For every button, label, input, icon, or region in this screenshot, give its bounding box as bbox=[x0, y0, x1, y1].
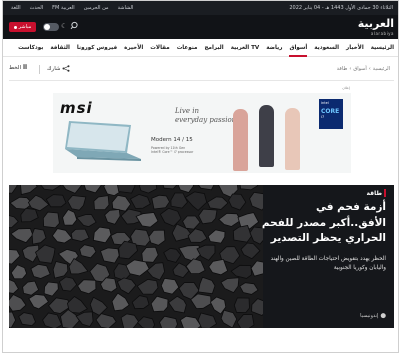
utility-links: الشاشة من الحرمين العربية FM الحدث اللغة bbox=[11, 5, 133, 11]
nav-item-podcast[interactable]: بودكاست bbox=[18, 39, 43, 57]
article-toolbar: الرئيسية›أسواق›طاقة شارك الخط ĪĪ bbox=[3, 62, 398, 76]
utility-link-fm[interactable]: العربية FM bbox=[52, 5, 74, 11]
laptop-image bbox=[65, 121, 141, 161]
share-icon bbox=[62, 65, 70, 72]
live-dot-icon bbox=[13, 25, 17, 29]
main-navigation: الرئيسية الأخبار السعودية أسواق رياضة ال… bbox=[3, 39, 398, 57]
nav-item-last[interactable]: الأخيرة bbox=[124, 39, 143, 57]
nav-item-news[interactable]: الأخبار bbox=[346, 39, 364, 57]
font-size-icon: ĪĪ bbox=[22, 65, 28, 71]
intel-badge: intel CORE i7 bbox=[319, 99, 343, 129]
ad-tagline: Live in everyday passion bbox=[175, 107, 236, 125]
nav-item-programs[interactable]: البرامج bbox=[204, 39, 223, 57]
article-location: ⬤ إندونيسيا bbox=[360, 313, 386, 319]
nav-item-articles[interactable]: مقالات bbox=[150, 39, 169, 57]
utility-bar: الشاشة من الحرمين العربية FM الحدث اللغة… bbox=[3, 1, 398, 15]
nav-item-markets[interactable]: أسواق bbox=[289, 39, 308, 57]
font-label: الخط bbox=[9, 65, 21, 71]
alarabiya-logo[interactable]: العربية alarabiya bbox=[352, 17, 394, 37]
ad-brand-logo: msi bbox=[60, 99, 93, 117]
live-label: مباشر bbox=[18, 24, 32, 30]
ad-subtext: Powered by 11th Gen Intel® Core™ i7 proc… bbox=[151, 146, 193, 154]
current-date: الثلاثاء 30 جمادى الأول 1443 هـ - 04 ينا… bbox=[289, 5, 393, 11]
breadcrumb-markets[interactable]: أسواق bbox=[353, 66, 366, 72]
breadcrumb-energy[interactable]: طاقة bbox=[337, 66, 348, 72]
breadcrumb-separator-icon: › bbox=[368, 66, 371, 72]
ad-model-person bbox=[285, 108, 300, 170]
coal-rock bbox=[117, 185, 136, 194]
intel-badge-core: CORE bbox=[321, 108, 340, 115]
font-size-button[interactable]: الخط ĪĪ bbox=[9, 65, 27, 71]
breadcrumb-home[interactable]: الرئيسية bbox=[373, 66, 390, 72]
ad-model: Modern 14 / 15 bbox=[151, 137, 193, 143]
ad-label: إعلان bbox=[342, 86, 350, 90]
ad-tagline-line2: everyday passion bbox=[175, 116, 237, 124]
intel-badge-gen: i7 bbox=[321, 115, 325, 119]
utility-link-haramain[interactable]: من الحرمين bbox=[84, 5, 109, 11]
share-label: شارك bbox=[47, 65, 61, 72]
ad-model-person bbox=[259, 105, 274, 167]
location-label: إندونيسيا bbox=[360, 313, 379, 319]
coal-rock bbox=[233, 297, 250, 314]
toolbar-divider bbox=[39, 65, 40, 74]
category-label: طاقة bbox=[366, 189, 382, 197]
nav-item-alarabiya-tv[interactable]: العربية TV bbox=[231, 39, 260, 57]
browser-page: الشاشة من الحرمين العربية FM الحدث اللغة… bbox=[2, 0, 399, 353]
breadcrumb-separator-icon: › bbox=[349, 66, 352, 72]
share-button[interactable]: شارك bbox=[47, 65, 70, 72]
ad-tagline-line1: Live in bbox=[175, 107, 199, 115]
coal-photo bbox=[9, 185, 263, 328]
coal-rock bbox=[42, 211, 60, 229]
divider bbox=[9, 80, 394, 81]
utility-link-alhadath[interactable]: الحدث bbox=[30, 5, 43, 11]
utility-link-screen[interactable]: الشاشة bbox=[118, 5, 134, 11]
live-button[interactable]: مباشر bbox=[9, 22, 36, 32]
moon-icon: ☾ bbox=[61, 22, 68, 30]
nav-item-sports[interactable]: رياضة bbox=[266, 39, 282, 57]
ad-model-person bbox=[233, 109, 248, 171]
article-summary: الحظر يهدد بتقويض احتياجات الطاقة للصين … bbox=[270, 256, 386, 271]
msi-ad-banner[interactable]: msi Live in everyday passion Modern 14 /… bbox=[53, 93, 351, 173]
nav-item-culture[interactable]: الثقافة bbox=[50, 39, 69, 57]
article-headline[interactable]: أزمة فحم في الأفق..أكبر مصدر للفحم الحرا… bbox=[261, 200, 386, 247]
logo-arabic: العربية bbox=[357, 17, 394, 30]
ad-subtext-line2: Intel® Core™ i7 processor bbox=[151, 150, 194, 154]
location-pin-icon: ⬤ bbox=[380, 313, 386, 319]
brand-bar: مباشر ☾ العربية alarabiya bbox=[3, 15, 398, 39]
search-icon[interactable] bbox=[69, 20, 79, 32]
logo-latin: alarabiya bbox=[370, 31, 394, 36]
breadcrumb: الرئيسية›أسواق›طاقة bbox=[337, 66, 390, 72]
featured-article[interactable]: طاقة أزمة فحم في الأفق..أكبر مصدر للفحم … bbox=[9, 185, 394, 328]
nav-item-coronavirus[interactable]: فيروس كورونا bbox=[77, 39, 117, 57]
tag-marker bbox=[384, 189, 386, 197]
nav-item-home[interactable]: الرئيسية bbox=[371, 39, 394, 57]
nav-item-variety[interactable]: منوعات bbox=[177, 39, 198, 57]
nav-item-saudi[interactable]: السعودية bbox=[314, 39, 339, 57]
utility-link-language[interactable]: اللغة bbox=[11, 5, 21, 11]
intel-badge-brand: intel bbox=[321, 101, 329, 105]
category-tag[interactable]: طاقة bbox=[365, 188, 388, 198]
dark-mode-toggle[interactable] bbox=[43, 23, 59, 31]
